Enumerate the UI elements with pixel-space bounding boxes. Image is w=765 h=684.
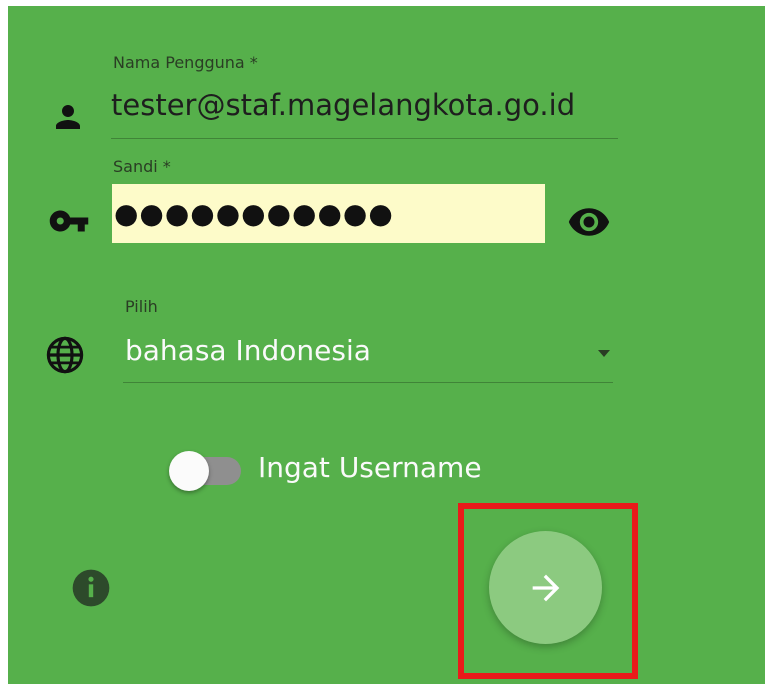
remember-toggle-thumb[interactable]: [169, 451, 209, 491]
remember-label: Ingat Username: [258, 451, 482, 484]
username-input[interactable]: tester@staf.magelangkota.go.id: [111, 88, 575, 122]
language-label: Pilih: [125, 297, 158, 316]
submit-button[interactable]: [489, 531, 602, 644]
username-label: Nama Pengguna *: [113, 53, 258, 72]
username-underline: [111, 138, 618, 139]
language-select[interactable]: bahasa Indonesia: [125, 334, 371, 367]
password-masked-value: ●●●●●●●●●●●: [114, 197, 394, 230]
chevron-down-icon[interactable]: [595, 347, 613, 359]
key-icon: [49, 210, 89, 232]
language-underline: [123, 382, 613, 383]
password-label: Sandi *: [113, 157, 171, 176]
info-icon[interactable]: [69, 566, 113, 610]
person-icon: [56, 105, 80, 129]
globe-icon: [46, 336, 84, 374]
arrow-right-icon: [532, 574, 559, 601]
eye-icon[interactable]: [567, 200, 611, 244]
